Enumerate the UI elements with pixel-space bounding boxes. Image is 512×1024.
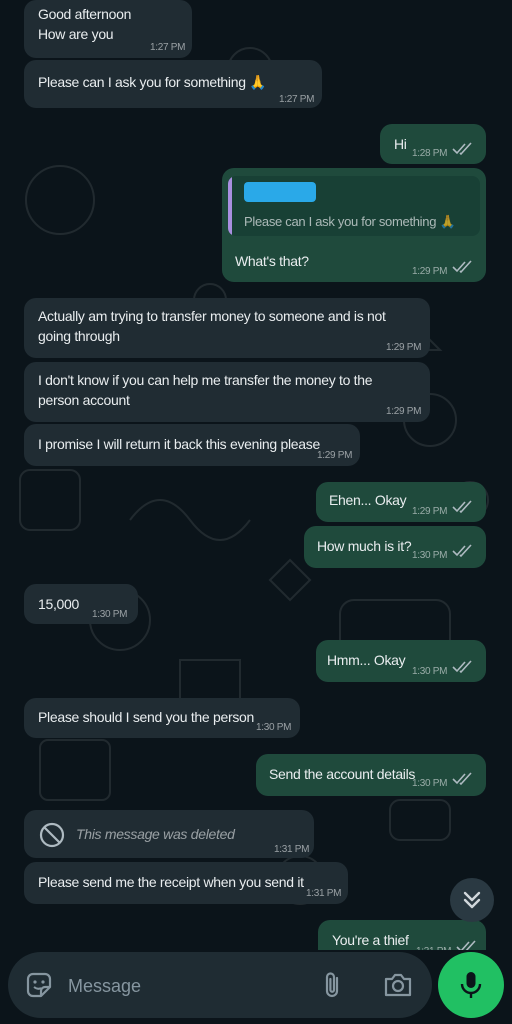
message-time: 1:31 PM [416,942,451,950]
message-text: Please can I ask you for something 🙏 [38,74,267,90]
message-time: 1:29 PM [412,506,448,517]
message-text: Good afternoon How are you [38,6,132,42]
message-time: 1:29 PM [386,342,422,353]
message-incoming[interactable]: Please send me the receipt when you send… [24,862,348,904]
message-incoming[interactable]: Good afternoon How are you 1:27 PM [24,0,192,58]
message-text: Hi [394,136,407,152]
message-time: 1:31 PM [274,844,310,855]
message-incoming[interactable]: Please can I ask you for something 🙏 1:2… [24,60,322,108]
double-check-icon [452,660,472,674]
message-text: Actually am trying to transfer money to … [38,308,386,344]
message-incoming[interactable]: I promise I will return it back this eve… [24,424,360,466]
double-check-icon [452,500,472,514]
message-text: You're a thief [332,932,409,948]
message-time: 1:30 PM [92,609,128,620]
message-outgoing[interactable]: Send the account details 1:30 PM [256,754,486,796]
message-outgoing[interactable]: Hmm... Okay 1:30 PM [316,640,486,682]
message-time: 1:27 PM [279,94,315,105]
message-text: How much is it? [317,538,412,554]
message-text: Please should I send you the person [38,709,254,725]
message-time: 1:28 PM [412,148,448,159]
double-check-icon [456,940,476,950]
double-check-icon [452,544,472,558]
mic-button[interactable] [438,952,504,1018]
message-time: 1:27 PM [150,42,186,53]
microphone-icon [460,972,482,998]
double-check-icon [452,772,472,786]
message-outgoing[interactable]: Please can I ask you for something 🙏 Wha… [222,168,486,282]
message-time: 1:30 PM [412,550,448,561]
chat-list[interactable]: Good afternoon How are you 1:27 PM Pleas… [0,0,512,950]
quoted-text: Please can I ask you for something 🙏 [244,214,456,229]
paperclip-icon[interactable] [318,970,346,1000]
message-outgoing[interactable]: You're a thief 1:31 PM [318,920,486,950]
scroll-to-bottom-button[interactable] [450,878,494,922]
message-composer [8,952,432,1018]
message-text: I don't know if you can help me transfer… [38,372,373,408]
message-text: Hmm... Okay [327,652,406,668]
message-incoming[interactable]: I don't know if you can help me transfer… [24,362,430,422]
message-incoming[interactable]: Actually am trying to transfer money to … [24,298,430,358]
message-time: 1:29 PM [317,450,353,461]
message-time: 1:30 PM [412,666,448,677]
message-text: 15,000 [38,596,80,612]
message-text: What's that? [235,253,309,269]
message-incoming[interactable]: Please should I send you the person 1:30… [24,698,300,738]
message-text: I promise I will return it back this eve… [38,436,320,452]
prohibited-icon [39,822,65,848]
message-input[interactable] [66,972,290,1000]
message-time: 1:29 PM [386,406,422,417]
message-outgoing[interactable]: Hi 1:28 PM [380,124,486,164]
message-outgoing[interactable]: Ehen... Okay 1:29 PM [316,482,486,522]
message-text: Ehen... Okay [329,492,407,508]
double-chevron-down-icon [463,891,481,909]
double-check-icon [452,142,472,156]
quote-bar [228,176,232,236]
message-time: 1:30 PM [256,722,292,733]
message-text: This message was deleted [76,826,235,842]
message-incoming[interactable]: 15,000 1:30 PM [24,584,138,624]
message-outgoing[interactable]: How much is it? 1:30 PM [304,526,486,568]
message-time: 1:31 PM [306,888,342,899]
message-time: 1:29 PM [412,266,448,277]
message-text: Please send me the receipt when you send… [38,874,304,890]
redacted-sender-name [244,182,316,202]
double-check-icon [452,260,472,274]
message-text: Send the account details [269,766,416,782]
quoted-message[interactable]: Please can I ask you for something 🙏 [228,176,480,236]
message-time: 1:30 PM [412,778,448,789]
camera-icon[interactable] [382,970,414,1000]
message-incoming-deleted[interactable]: This message was deleted 1:31 PM [24,810,314,858]
sticker-icon[interactable] [24,970,54,1000]
